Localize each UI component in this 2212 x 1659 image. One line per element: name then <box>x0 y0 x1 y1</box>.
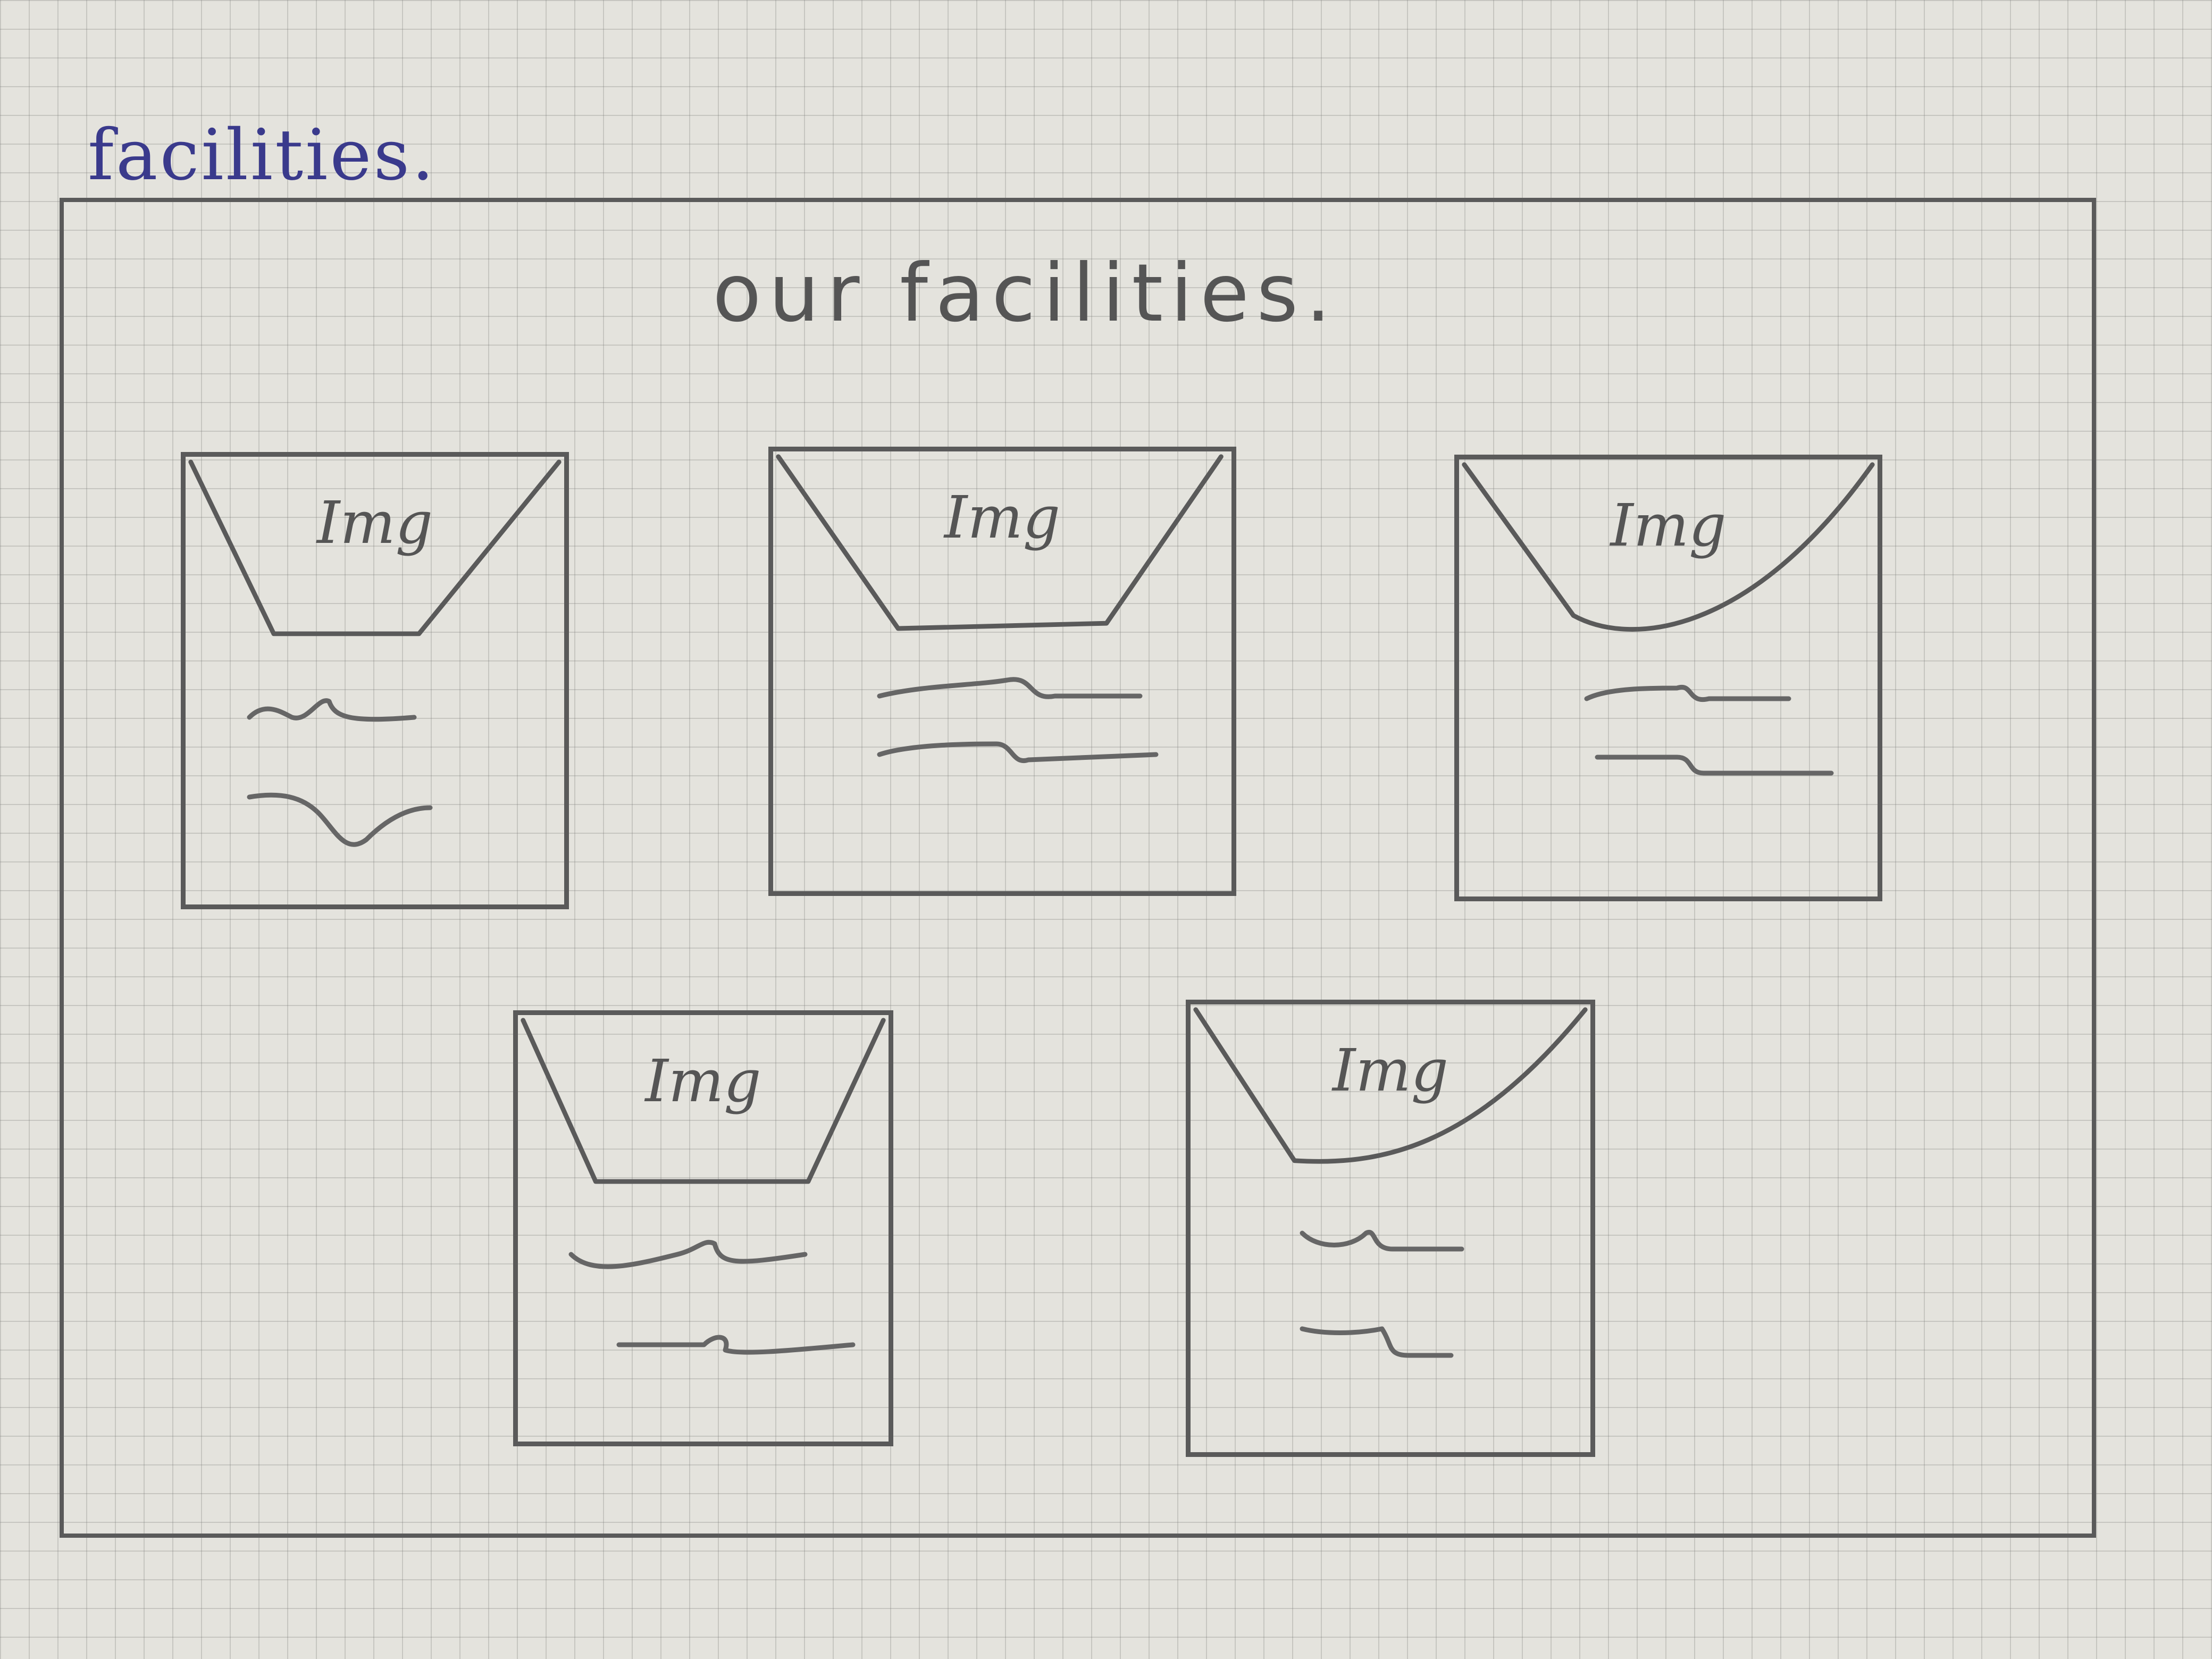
text-line <box>1595 755 1834 776</box>
text-line <box>877 741 1159 764</box>
image-label: Img <box>316 489 433 557</box>
image-label: Img <box>645 1047 761 1115</box>
text-line <box>247 698 417 722</box>
facility-card[interactable]: Img <box>181 452 569 909</box>
image-label: Img <box>1610 491 1727 559</box>
text-line <box>616 1335 856 1355</box>
text-line <box>1300 1229 1464 1252</box>
image-placeholder <box>1193 1007 1588 1164</box>
text-line <box>247 792 433 847</box>
text-line <box>877 677 1143 699</box>
page-label: facilities. <box>88 114 437 196</box>
image-label: Img <box>944 483 1061 551</box>
image-placeholder <box>188 459 562 636</box>
text-line <box>568 1239 808 1269</box>
text-line <box>1584 684 1791 702</box>
text-line <box>1300 1326 1454 1358</box>
facility-card[interactable]: Img <box>768 447 1236 896</box>
image-label: Img <box>1332 1036 1449 1104</box>
facility-card[interactable]: Img <box>513 1010 893 1446</box>
facility-card[interactable]: Img <box>1454 455 1882 901</box>
facility-card[interactable]: Img <box>1186 1000 1595 1457</box>
section-heading: our facilities. <box>713 247 1339 340</box>
